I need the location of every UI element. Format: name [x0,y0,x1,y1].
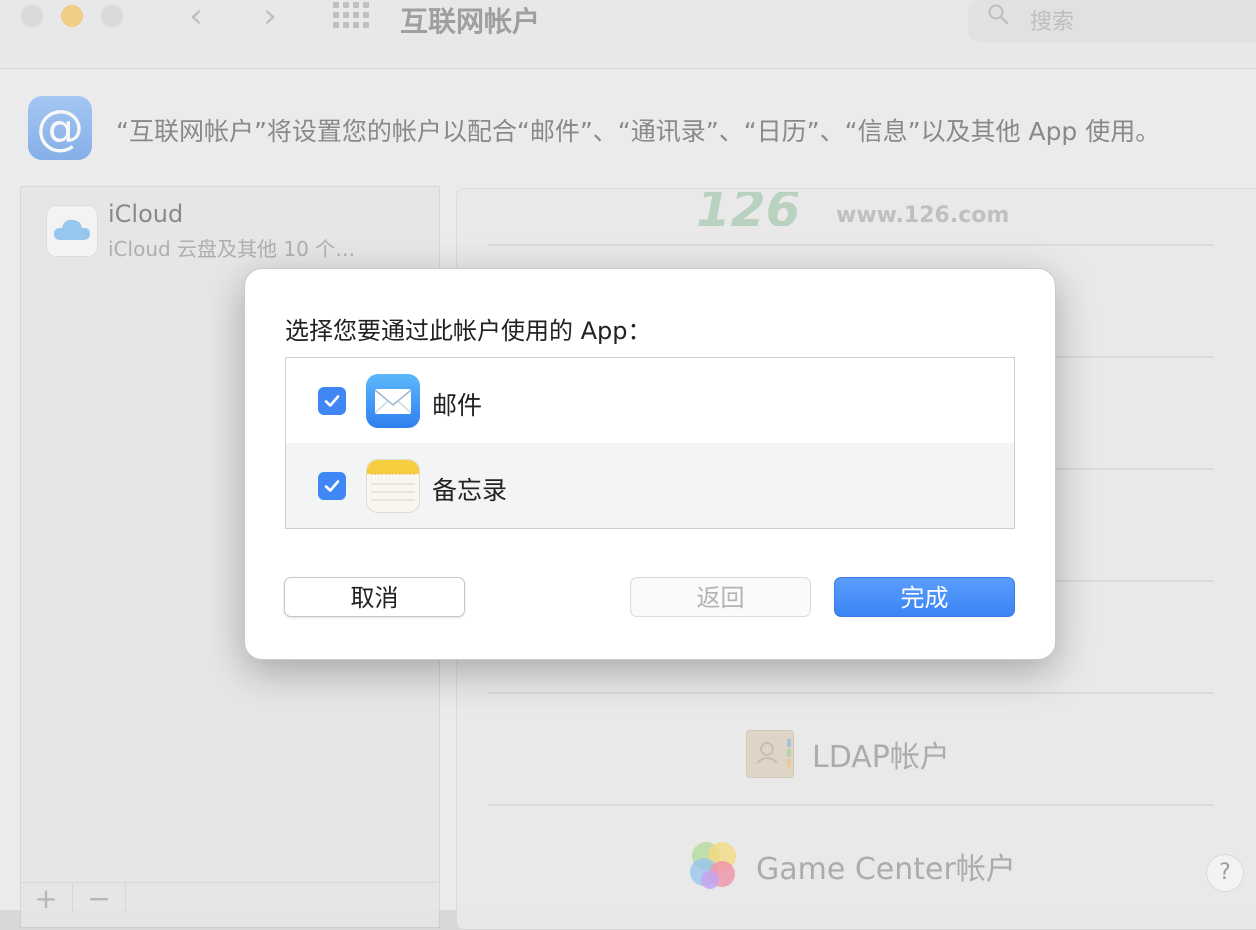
mail-checkbox[interactable] [318,387,346,415]
checkmark-icon [324,480,340,492]
back-button[interactable]: 返回 [630,577,811,617]
app-selection-list: 邮件 备忘录 [285,357,1015,529]
checkmark-icon [324,395,340,407]
app-name-notes: 备忘录 [432,476,508,505]
mail-app-icon [366,374,420,428]
done-button[interactable]: 完成 [834,577,1015,617]
app-row-mail[interactable]: 邮件 [286,358,1014,443]
dialog-prompt: 选择您要通过此帐户使用的 App： [285,317,652,345]
cancel-button[interactable]: 取消 [284,577,465,617]
app-name-mail: 邮件 [432,391,483,420]
notes-app-icon [366,459,420,513]
choose-apps-dialog: 选择您要通过此帐户使用的 App： 邮件 备忘录 取消 返回 完成 [244,268,1056,660]
preferences-window: ‹ › 互联网帐户 搜索 @ “互联网帐户”将设置您的帐户以配合“邮件”、“通讯… [0,0,1256,930]
app-row-notes[interactable]: 备忘录 [286,443,1014,528]
notes-checkbox[interactable] [318,472,346,500]
